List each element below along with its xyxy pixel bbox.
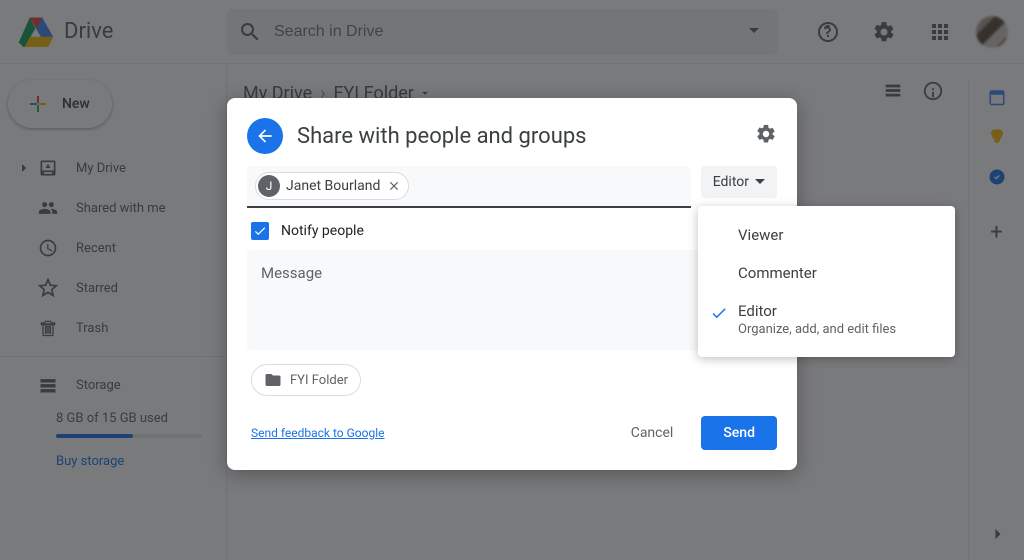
shared-item-chip[interactable]: FYI Folder [251,364,361,396]
dialog-footer: Send feedback to Google Cancel Send [227,410,797,470]
chevron-down-icon [755,177,765,187]
dialog-settings-button[interactable] [755,123,777,149]
role-option-editor[interactable]: Editor Organize, add, and edit files [698,292,955,347]
role-dropdown-button[interactable]: Editor [701,166,777,198]
send-button[interactable]: Send [701,416,777,450]
dialog-title: Share with people and groups [297,124,741,149]
cancel-button[interactable]: Cancel [613,416,692,450]
chip-name: Janet Bourland [286,178,380,194]
role-option-commenter[interactable]: Commenter [698,254,955,292]
role-menu: Viewer Commenter Editor Organize, add, a… [698,206,955,357]
check-icon [253,224,267,238]
role-dropdown-label: Editor [713,174,749,190]
notify-checkbox[interactable] [251,222,269,240]
role-option-viewer[interactable]: Viewer [698,216,955,254]
chip-remove-button[interactable] [386,178,402,194]
recipients-row: J Janet Bourland Editor [227,166,797,208]
chip-avatar: J [258,175,280,197]
role-option-label: Commenter [738,264,817,282]
role-option-label: Editor [738,302,896,320]
folder-icon [264,371,282,389]
back-button[interactable] [247,118,283,154]
feedback-link[interactable]: Send feedback to Google [251,426,385,440]
recipients-input[interactable]: J Janet Bourland [247,166,691,208]
dialog-header: Share with people and groups [227,98,797,166]
notify-label: Notify people [281,223,364,239]
shared-item-name: FYI Folder [290,373,348,388]
role-option-label: Viewer [738,226,783,244]
message-placeholder: Message [261,264,322,282]
check-icon [710,304,728,326]
person-chip[interactable]: J Janet Bourland [255,172,409,200]
role-option-desc: Organize, add, and edit files [738,322,896,337]
